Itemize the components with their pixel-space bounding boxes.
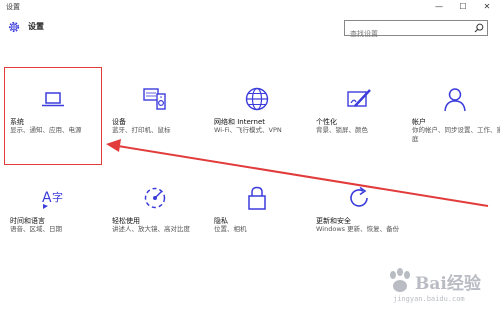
watermark: Bai经验 jingyan.baidu.com bbox=[385, 263, 495, 307]
watermark-brand: Bai经验 bbox=[415, 274, 481, 294]
watermark-url: jingyan.baidu.com bbox=[393, 295, 465, 303]
paw-logo-icon bbox=[390, 268, 410, 292]
